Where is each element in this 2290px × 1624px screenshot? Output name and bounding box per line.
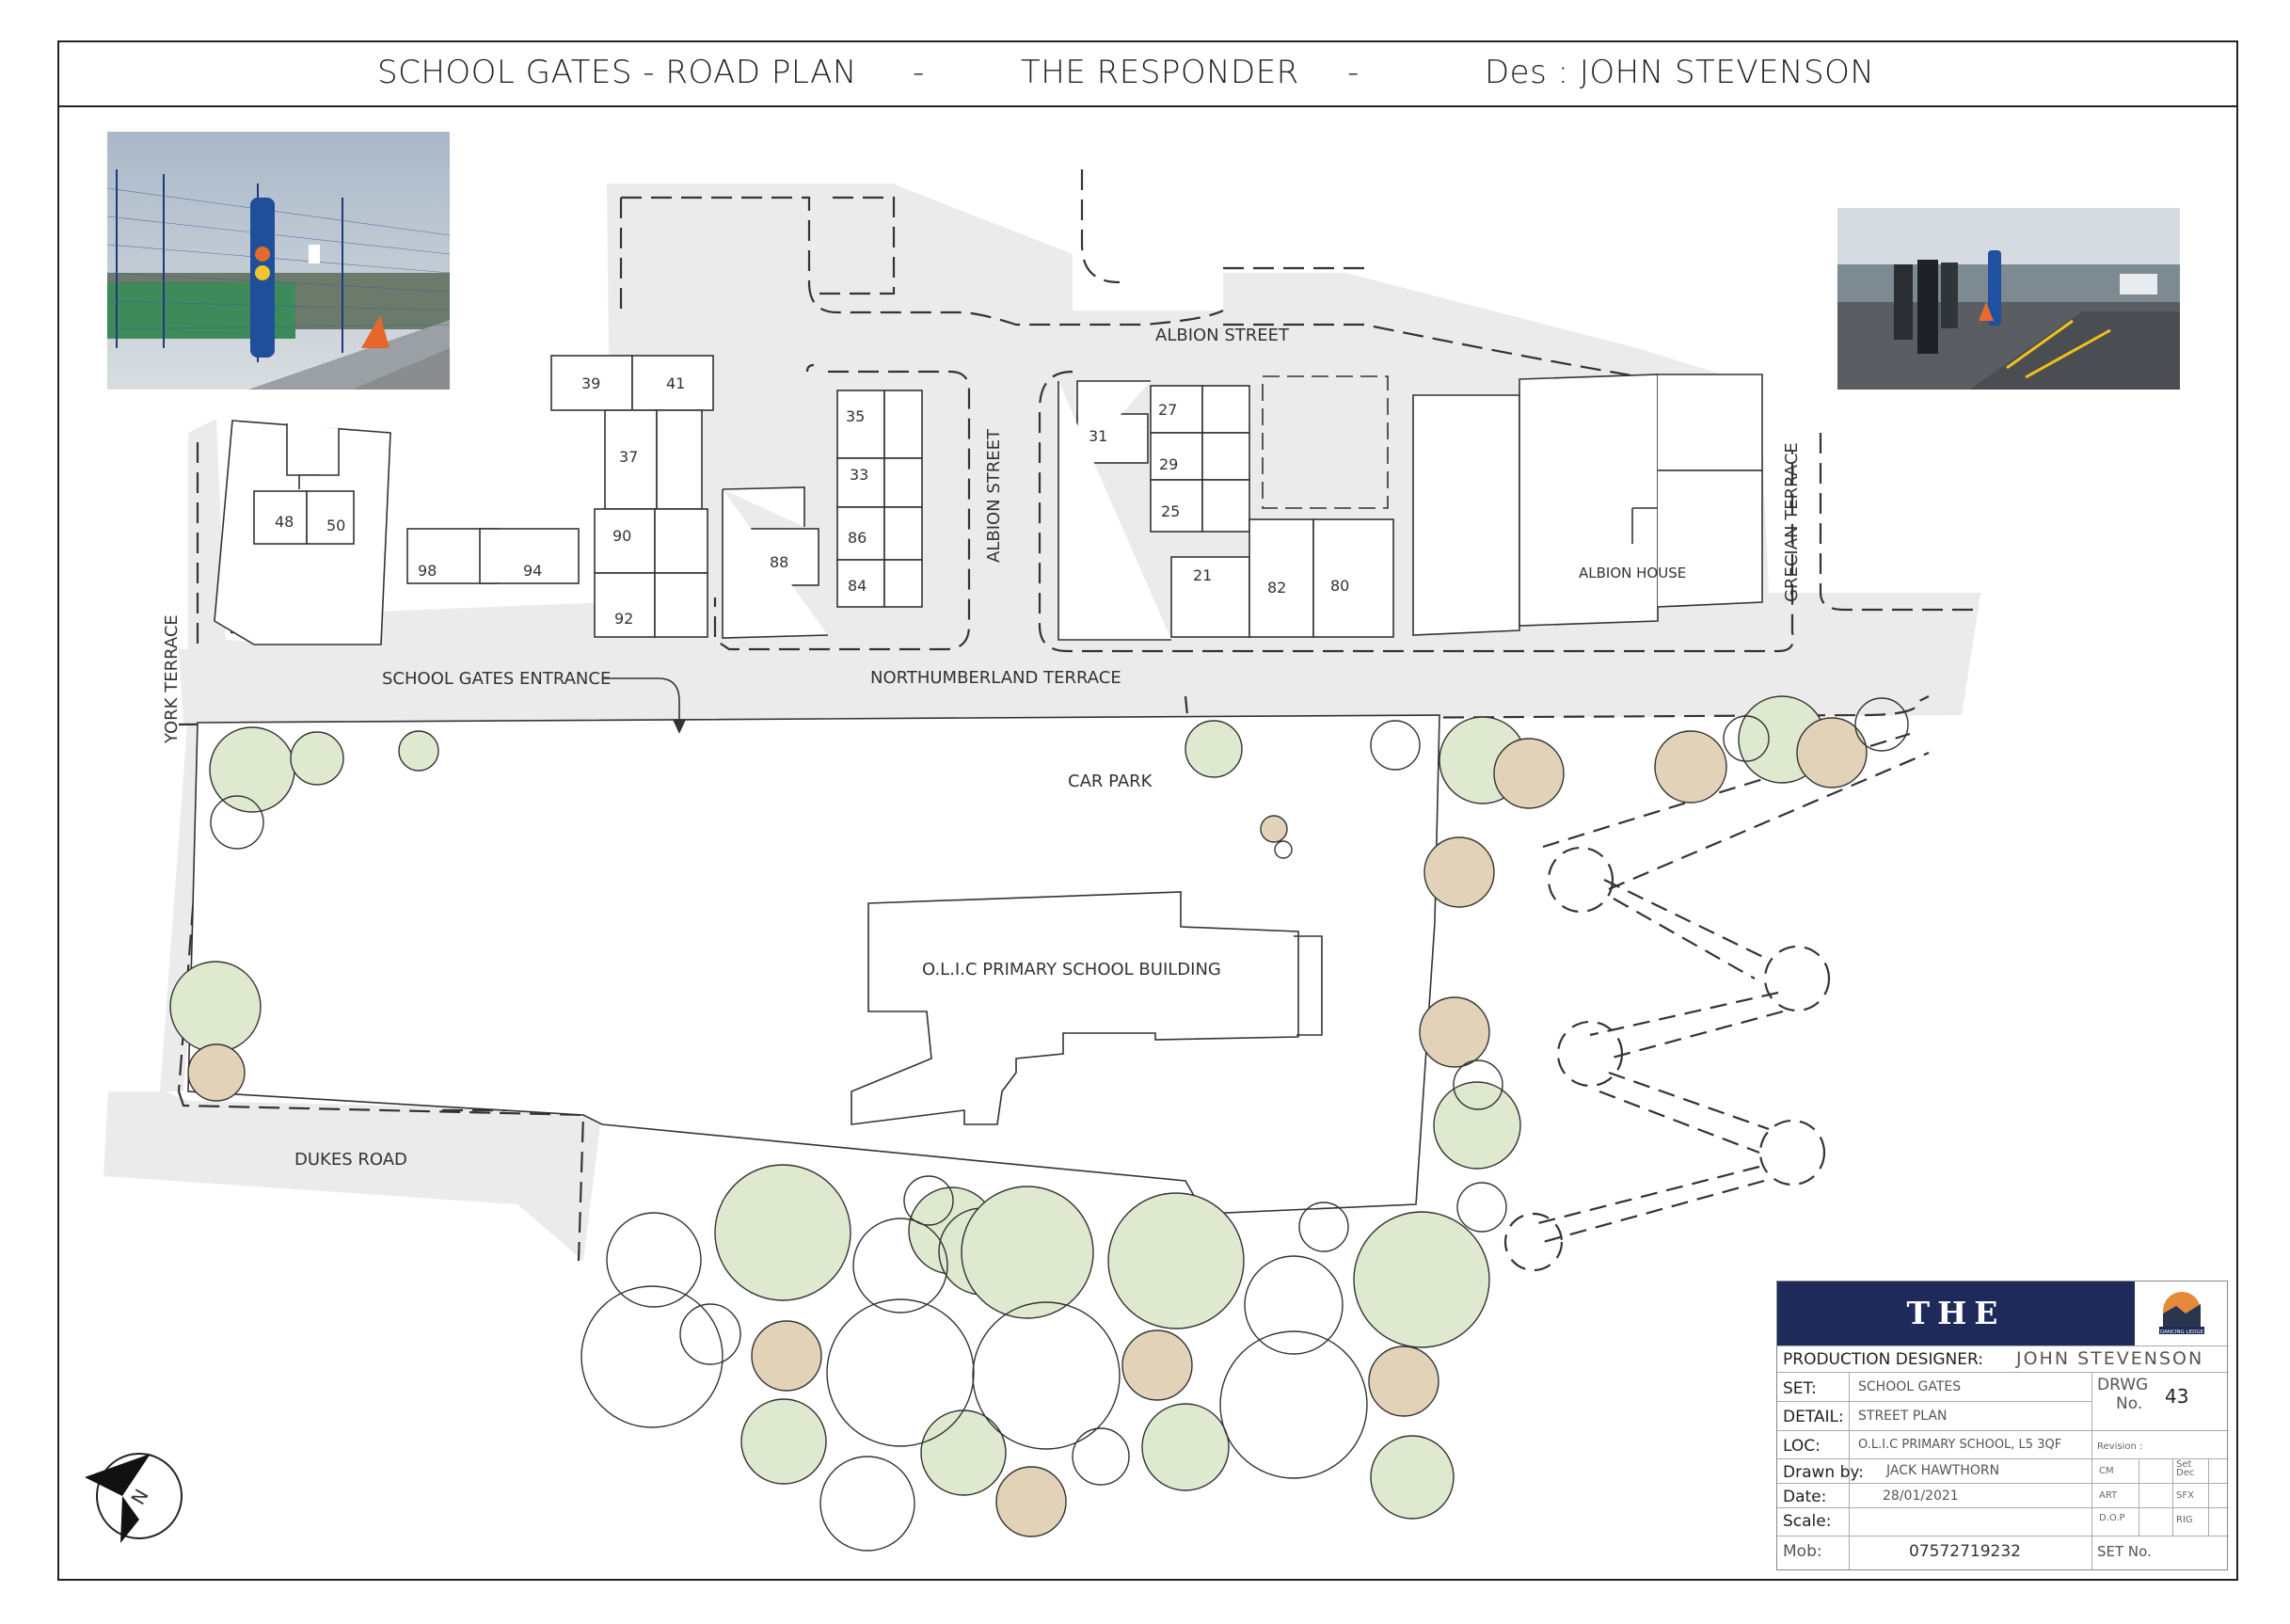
loc-label: LOC:	[1783, 1437, 1821, 1456]
house-number: 21	[1193, 566, 1212, 584]
dop-label: D.O.P	[2099, 1513, 2125, 1523]
house-number: 29	[1159, 455, 1178, 473]
albion-street-label: ALBION STREET	[1155, 326, 1290, 345]
dancing-ledge-logo: DANCING LEDGE	[2146, 1285, 2218, 1344]
site-photo-gates	[107, 132, 450, 390]
designer-name: JOHN STEVENSON	[2016, 1348, 2204, 1369]
albion-house-label: ALBION HOUSE	[1579, 565, 1686, 581]
northumberland-terrace-label: NORTHUMBERLAND TERRACE	[870, 668, 1121, 688]
set-no-label: SET No.	[2097, 1543, 2152, 1560]
albion-street-side-label: ALBION STREET	[984, 428, 1004, 563]
house-number: 98	[418, 562, 437, 580]
rig-label: RIG	[2176, 1515, 2193, 1525]
loc-value: O.L.I.C PRIMARY SCHOOL, L5 3QF	[1858, 1438, 2062, 1452]
house-number: 35	[846, 407, 865, 425]
date-label: Date:	[1783, 1488, 1827, 1506]
set-value: SCHOOL GATES	[1858, 1379, 1962, 1394]
house-number: 33	[850, 466, 868, 484]
dukes-road-label: DUKES ROAD	[294, 1150, 407, 1170]
mob-value: 07572719232	[1909, 1542, 2021, 1561]
york-terrace-label: YORK TERRACE	[162, 614, 182, 744]
school-gates-entrance-label: SCHOOL GATES ENTRANCE	[382, 669, 611, 689]
mob-label: Mob:	[1783, 1542, 1822, 1561]
title-block-production: THE RESPONDER	[1777, 1282, 2135, 1395]
drawn-by-value: JACK HAWTHORN	[1886, 1463, 2000, 1478]
drwg-number: 43	[2165, 1385, 2189, 1408]
drawn-by-label: Drawn by:	[1783, 1463, 1864, 1482]
school-building-label: O.L.I.C PRIMARY SCHOOL BUILDING	[922, 960, 1221, 979]
title-block: THE RESPONDER DANCING LEDGE PRODUCTION D…	[1776, 1281, 2229, 1570]
cm-label: CM	[2099, 1466, 2114, 1476]
house-number: 88	[770, 553, 788, 571]
logo-text: DANCING LEDGE	[2160, 1329, 2204, 1335]
house-80	[1312, 518, 1394, 638]
site-photo-street	[1837, 208, 2180, 390]
house-number: 25	[1161, 502, 1180, 520]
designer-label: PRODUCTION DESIGNER:	[1783, 1350, 1984, 1369]
scale-label: Scale:	[1783, 1512, 1832, 1531]
drwg-label: DRWG	[2097, 1376, 2149, 1394]
house-number: 48	[275, 513, 294, 531]
house-number: 41	[666, 374, 685, 392]
albion-house	[1519, 374, 1659, 627]
house-number: 50	[326, 517, 345, 534]
car-park-label: CAR PARK	[1068, 772, 1153, 791]
house-number: 84	[848, 577, 867, 595]
date-value: 28/01/2021	[1883, 1489, 1959, 1504]
house-number: 92	[614, 610, 633, 628]
set-dec-label: Set Dec	[2176, 1459, 2195, 1478]
house-number: 80	[1330, 577, 1349, 595]
grecian-terrace-label: GRECIAN TERRACE	[1782, 442, 1802, 602]
revision-label: Revision :	[2097, 1441, 2143, 1452]
sfx-label: SFX	[2176, 1490, 2194, 1501]
house-number: 86	[848, 529, 867, 547]
detail-value: STREET PLAN	[1858, 1409, 1948, 1424]
detail-label: DETAIL:	[1783, 1408, 1844, 1426]
house-number: 94	[523, 562, 542, 580]
house-number: 82	[1267, 579, 1286, 597]
house-number: 31	[1089, 427, 1107, 445]
house-number: 90	[612, 527, 631, 545]
zigzag-path	[1503, 732, 1930, 1272]
art-label: ART	[2099, 1490, 2118, 1501]
house-number: 27	[1158, 401, 1177, 419]
drwg-no-label: No.	[2116, 1394, 2143, 1413]
north-arrow-icon: N	[85, 1453, 183, 1543]
set-label: SET:	[1783, 1379, 1817, 1398]
house-number: 37	[619, 448, 638, 466]
house-number: 39	[581, 374, 600, 392]
